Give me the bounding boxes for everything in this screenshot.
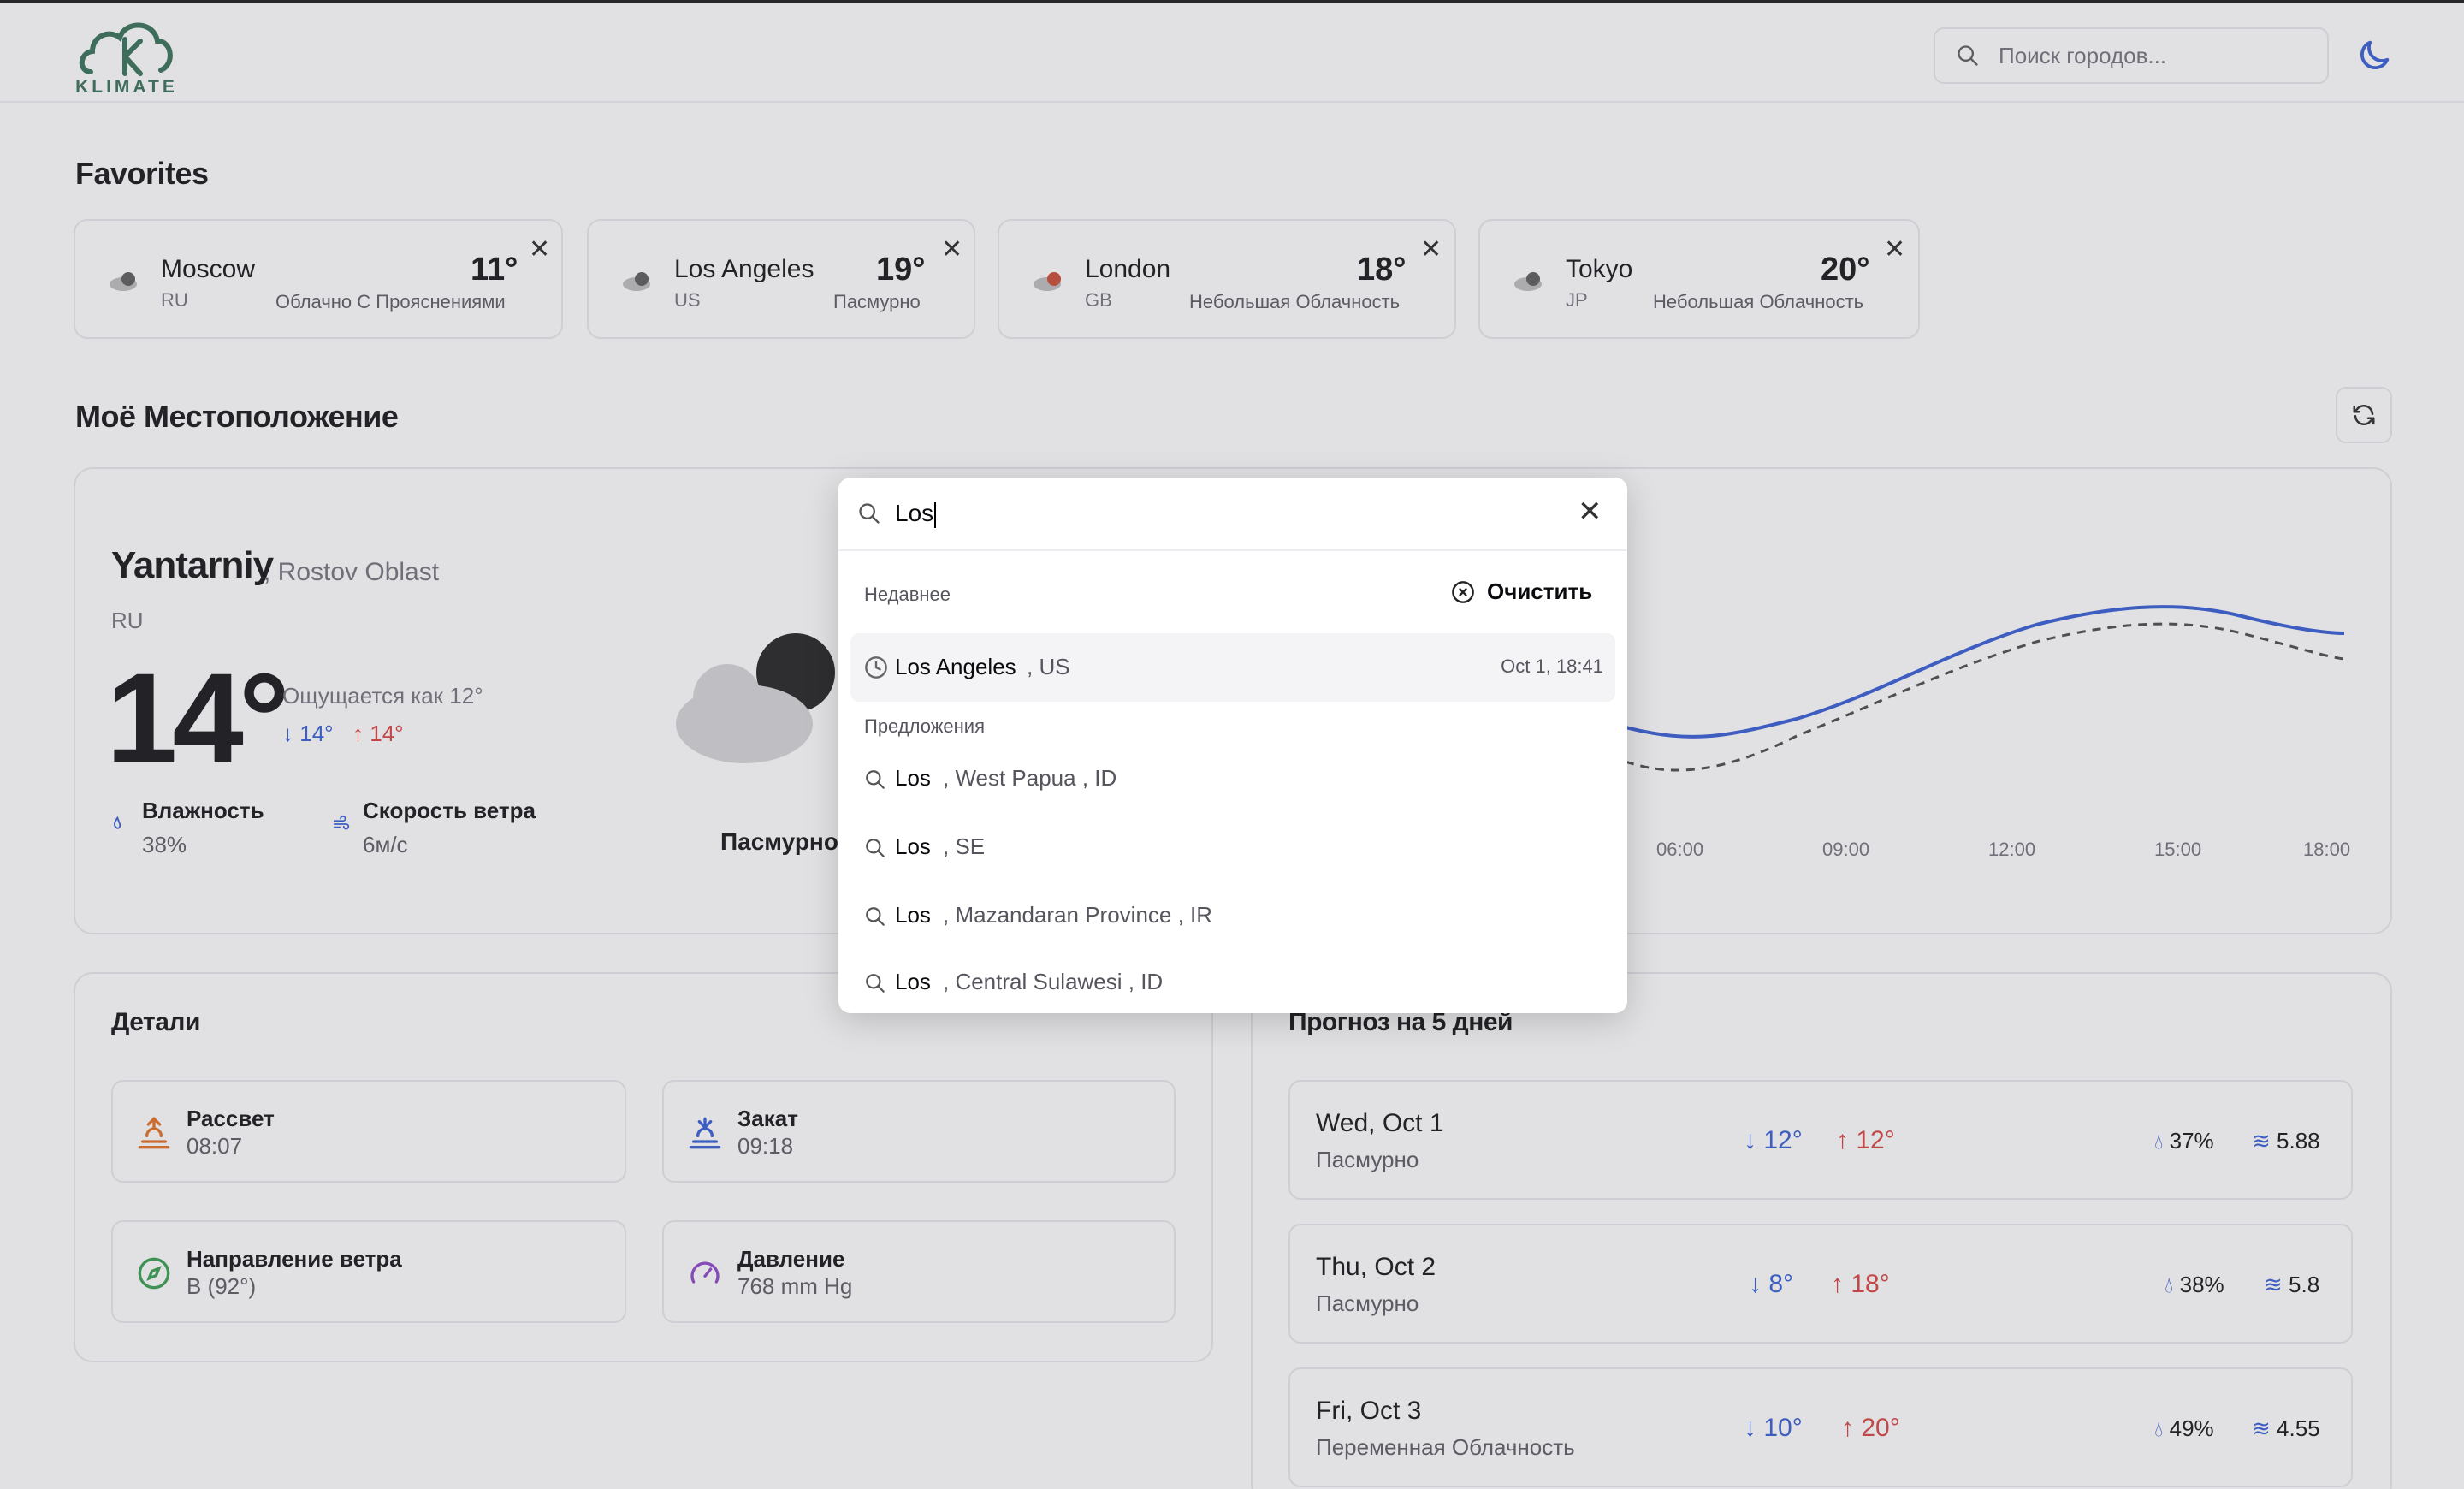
clear-history-button[interactable]: Очистить [1451, 578, 1592, 605]
circle-x-icon [1452, 580, 1474, 603]
search-dialog: Los ✕ Недавнее Очистить Los Angeles , US… [838, 478, 1627, 1013]
suggestion-item[interactable]: Los , Central Sulawesi , ID [850, 952, 1615, 1013]
recent-search-item[interactable]: Los Angeles , US Oct 1, 18:41 [850, 633, 1615, 702]
recent-country: , US [1027, 654, 1070, 679]
suggestions-heading: Предложения [864, 715, 986, 737]
search-input-bar[interactable]: Los ✕ [838, 478, 1627, 551]
suggestion-name: Los [895, 833, 931, 859]
search-icon [859, 503, 880, 524]
clock-icon [865, 656, 887, 679]
close-icon[interactable]: ✕ [1578, 495, 1602, 529]
search-icon [866, 974, 885, 993]
text-caret [934, 501, 937, 528]
suggestion-item[interactable]: Los , Mazandaran Province , IR [850, 885, 1615, 946]
search-icon [866, 907, 885, 926]
suggestion-place: , SE [943, 833, 986, 859]
search-icon [866, 770, 885, 789]
suggestion-place: , West Papua , ID [943, 765, 1117, 791]
search-input[interactable]: Los [895, 500, 937, 528]
search-query-text: Los [895, 500, 934, 526]
search-icon [866, 839, 885, 857]
suggestion-item[interactable]: Los , West Papua , ID [850, 748, 1615, 810]
suggestion-place: , Mazandaran Province , IR [943, 902, 1213, 928]
suggestion-name: Los [895, 969, 931, 994]
suggestion-item[interactable]: Los , SE [850, 816, 1615, 878]
suggestion-place: , Central Sulawesi , ID [943, 969, 1164, 994]
recent-heading: Недавнее [864, 584, 951, 605]
clear-label: Очистить [1487, 578, 1593, 604]
recent-time: Oct 1, 18:41 [1501, 656, 1603, 677]
recent-city: Los Angeles [895, 654, 1016, 679]
suggestion-name: Los [895, 765, 931, 791]
suggestion-name: Los [895, 902, 931, 928]
